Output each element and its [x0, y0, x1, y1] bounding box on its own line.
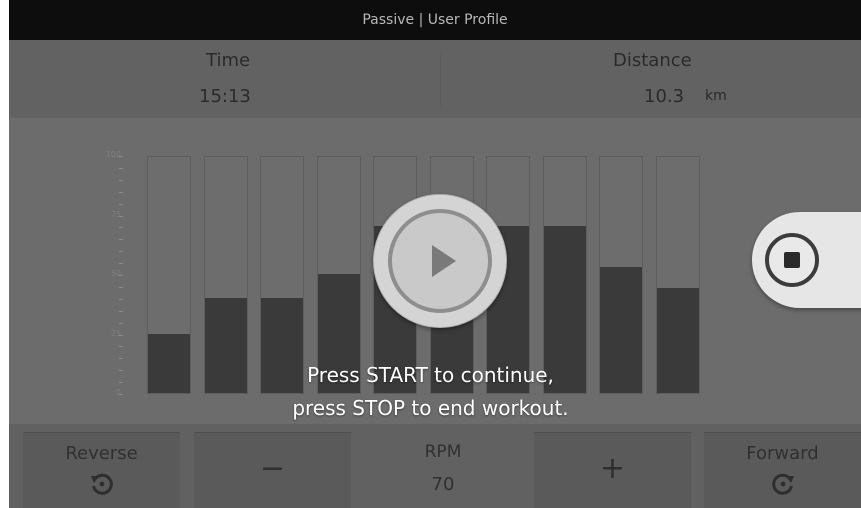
y-tick-mark [119, 286, 123, 288]
bar-slot [599, 156, 643, 394]
y-tick-mark [119, 203, 123, 205]
y-tick-mark [119, 310, 123, 312]
y-tick-mark [119, 275, 123, 276]
plus-label: + [599, 451, 626, 486]
distance-label: Distance [613, 50, 692, 71]
y-tick-mark [119, 156, 123, 157]
y-tick-mark [119, 227, 123, 229]
play-icon [432, 245, 456, 277]
stop-icon [765, 233, 819, 287]
bar-slot [147, 156, 191, 394]
y-tick-label: 100 [105, 150, 121, 159]
time-label: Time [206, 50, 251, 71]
y-tick-label: 75 [110, 209, 121, 219]
rpm-value: 70 [431, 474, 455, 495]
y-tick-mark [119, 179, 123, 181]
stats-panel: Time 15:13 Distance 10.3 km [9, 40, 861, 118]
bar-slot [260, 156, 304, 394]
bar-slot [543, 156, 587, 394]
time-value: 15:13 [199, 86, 251, 107]
forward-label: Forward [746, 443, 819, 464]
title-bar: Passive | User Profile [9, 0, 861, 40]
y-tick-mark [119, 322, 123, 324]
start-button[interactable] [373, 194, 507, 328]
y-tick-label: 50 [110, 269, 121, 278]
increase-rpm-button[interactable]: + [534, 432, 691, 508]
rpm-display: RPM 70 [365, 432, 521, 508]
prompt-line-2: press STOP to end workout. [292, 396, 569, 420]
y-tick-mark [119, 215, 123, 217]
y-tick-mark [119, 298, 123, 300]
y-tick-mark [119, 251, 123, 253]
y-tick-mark [119, 394, 123, 395]
y-tick-mark [119, 334, 123, 336]
y-tick-mark [119, 167, 123, 169]
distance-value: 10.3 [644, 86, 685, 107]
stop-button[interactable] [752, 212, 861, 308]
rotate-cw-icon [704, 471, 861, 501]
y-tick-mark [119, 346, 123, 348]
reverse-button[interactable]: Reverse [23, 432, 180, 508]
distance-unit: km [705, 88, 727, 104]
stop-square [784, 252, 800, 268]
decrease-rpm-button[interactable]: − [194, 432, 351, 508]
rotate-ccw-icon [23, 471, 180, 501]
y-tick-mark [119, 263, 123, 265]
minus-label: − [259, 451, 286, 486]
bar-slot [656, 156, 700, 394]
control-bar: Reverse − RPM 70 + Forward [9, 424, 861, 508]
y-tick-mark [119, 239, 123, 241]
rpm-label: RPM [424, 442, 462, 462]
y-tick-label: 25 [110, 328, 121, 338]
stats-divider [440, 54, 441, 106]
bar-slot [204, 156, 248, 394]
y-tick-mark [119, 358, 123, 360]
play-button-ring [388, 209, 492, 313]
forward-button[interactable]: Forward [704, 432, 861, 508]
bar-slot [317, 156, 361, 394]
y-tick-mark [119, 191, 123, 193]
title-text: Passive | User Profile [362, 12, 508, 28]
reverse-label: Reverse [65, 443, 138, 464]
prompt-line-1: Press START to continue, [307, 363, 554, 387]
